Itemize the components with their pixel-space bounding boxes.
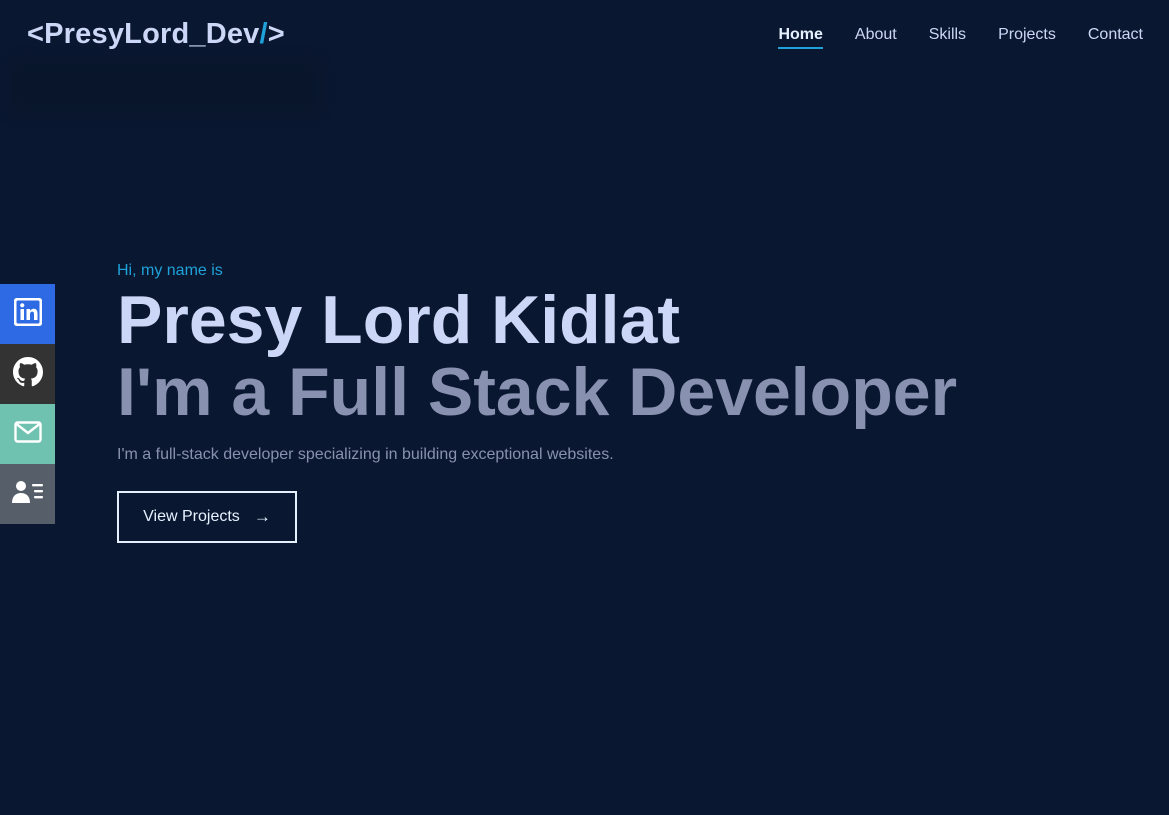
- view-projects-button[interactable]: View Projects →: [117, 491, 297, 543]
- view-projects-label: View Projects: [143, 508, 240, 525]
- logo-shadow: [10, 60, 320, 115]
- social-sidebar: [0, 284, 55, 524]
- mail-icon: [13, 420, 42, 448]
- nav-item-contact[interactable]: Contact: [1088, 26, 1143, 49]
- hero-description: I'm a full-stack developer specializing …: [117, 446, 614, 463]
- logo-close: >: [267, 18, 285, 50]
- nav-item-projects[interactable]: Projects: [998, 26, 1056, 49]
- page: <PresyLord_Dev/> Home About Skills Proje…: [0, 0, 1169, 815]
- main-nav: Home About Skills Projects Contact: [778, 26, 1143, 49]
- hero-name: Presy Lord Kidlat: [117, 282, 681, 358]
- nav-item-skills[interactable]: Skills: [929, 26, 966, 49]
- site-header: <PresyLord_Dev/> Home About Skills Proje…: [0, 0, 1169, 115]
- hero-greeting: Hi, my name is: [117, 262, 223, 279]
- logo-text: <PresyLord_Dev: [27, 18, 260, 50]
- site-logo[interactable]: <PresyLord_Dev/>: [27, 18, 285, 51]
- github-icon: [12, 356, 43, 392]
- resume-link[interactable]: [0, 464, 55, 524]
- github-link[interactable]: [0, 344, 55, 404]
- hero-section: Hi, my name is Presy Lord Kidlat I'm a F…: [117, 262, 957, 543]
- arrow-right-icon: →: [253, 507, 271, 526]
- logo-slash: /: [259, 18, 268, 50]
- linkedin-icon: [13, 297, 42, 331]
- email-link[interactable]: [0, 404, 55, 464]
- nav-item-about[interactable]: About: [855, 26, 897, 49]
- hero-role: I'm a Full Stack Developer: [117, 354, 958, 430]
- nav-item-home[interactable]: Home: [778, 26, 823, 49]
- linkedin-link[interactable]: [0, 284, 55, 344]
- resume-icon: [11, 479, 44, 510]
